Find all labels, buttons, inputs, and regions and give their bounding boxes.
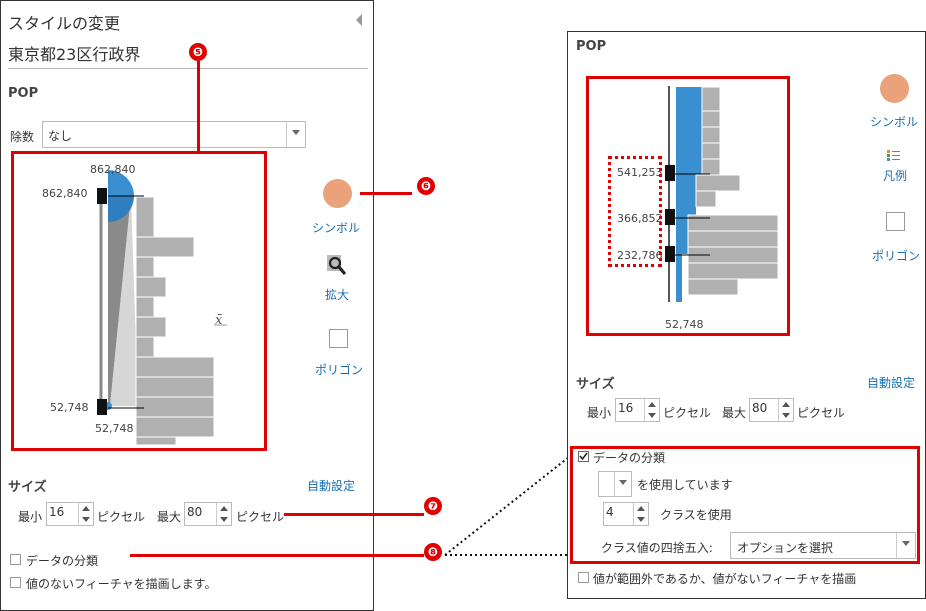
callout-6-badge: ❻ bbox=[417, 177, 435, 195]
max-label: 最大 bbox=[157, 510, 182, 524]
field-title-right: POP bbox=[576, 39, 607, 54]
polygon-square-icon[interactable] bbox=[886, 212, 905, 231]
classified-histogram-highlight bbox=[586, 76, 790, 336]
auto-setting-link[interactable]: 自動設定 bbox=[867, 374, 915, 391]
callout-6-line bbox=[360, 192, 412, 195]
field-title: POP bbox=[8, 86, 39, 101]
callout-8-dotted-connectors bbox=[444, 452, 575, 556]
polygon-link[interactable]: ポリゴン bbox=[872, 247, 920, 264]
collapse-icon[interactable] bbox=[356, 14, 362, 26]
size-label: サイズ bbox=[8, 480, 47, 495]
min-unit: ピクセル bbox=[97, 510, 146, 524]
min-size-stepper[interactable]: 16 bbox=[615, 398, 660, 422]
auto-setting-link[interactable]: 自動設定 bbox=[307, 477, 355, 494]
symbol-link[interactable]: シンボル bbox=[312, 219, 360, 236]
callout-5-badge: ❺ bbox=[189, 43, 207, 61]
symbol-circle-icon[interactable] bbox=[880, 74, 909, 103]
callout-7-line bbox=[284, 513, 424, 516]
min-label: 最小 bbox=[18, 510, 43, 524]
zoom-link[interactable]: 拡大 bbox=[325, 286, 349, 303]
outside-range-checkbox[interactable] bbox=[578, 572, 589, 583]
nodata-checkbox[interactable] bbox=[10, 577, 21, 588]
symbol-circle-icon[interactable] bbox=[323, 179, 352, 208]
outside-range-label: 値が範囲外であるか、値がないフィーチャを描画 bbox=[593, 572, 857, 586]
legend-icon[interactable] bbox=[887, 150, 901, 162]
max-label: 最大 bbox=[722, 406, 747, 420]
symbol-link[interactable]: シンボル bbox=[870, 113, 918, 130]
min-size-stepper[interactable]: 16 bbox=[46, 502, 94, 526]
max-unit: ピクセル bbox=[797, 406, 846, 420]
chevron-down-icon bbox=[286, 122, 305, 147]
polygon-square-icon[interactable] bbox=[329, 329, 348, 348]
zoom-icon[interactable] bbox=[327, 255, 347, 277]
layer-name: 東京都23区行政界 bbox=[8, 45, 141, 64]
min-label: 最小 bbox=[587, 406, 612, 420]
callout-8-line bbox=[130, 554, 424, 557]
max-size-stepper[interactable]: 80 bbox=[749, 398, 794, 422]
max-unit: ピクセル bbox=[236, 510, 285, 524]
divide-select[interactable]: なし bbox=[42, 121, 306, 148]
nodata-label: 値のないフィーチャを描画します。 bbox=[26, 577, 217, 591]
callout-5-line bbox=[197, 61, 200, 153]
size-label: サイズ bbox=[576, 377, 615, 392]
classify-checkbox[interactable] bbox=[10, 554, 21, 565]
min-unit: ピクセル bbox=[663, 406, 712, 420]
legend-link[interactable]: 凡例 bbox=[883, 167, 907, 184]
classify-label: データの分類 bbox=[26, 554, 99, 568]
max-size-stepper[interactable]: 80 bbox=[184, 502, 232, 526]
histogram-highlight bbox=[11, 151, 267, 451]
polygon-link[interactable]: ポリゴン bbox=[315, 361, 363, 378]
header-divider bbox=[8, 68, 368, 69]
divide-label: 除数 bbox=[10, 130, 35, 144]
classification-highlight bbox=[570, 446, 920, 564]
panel-header: スタイルの変更 bbox=[8, 14, 121, 33]
